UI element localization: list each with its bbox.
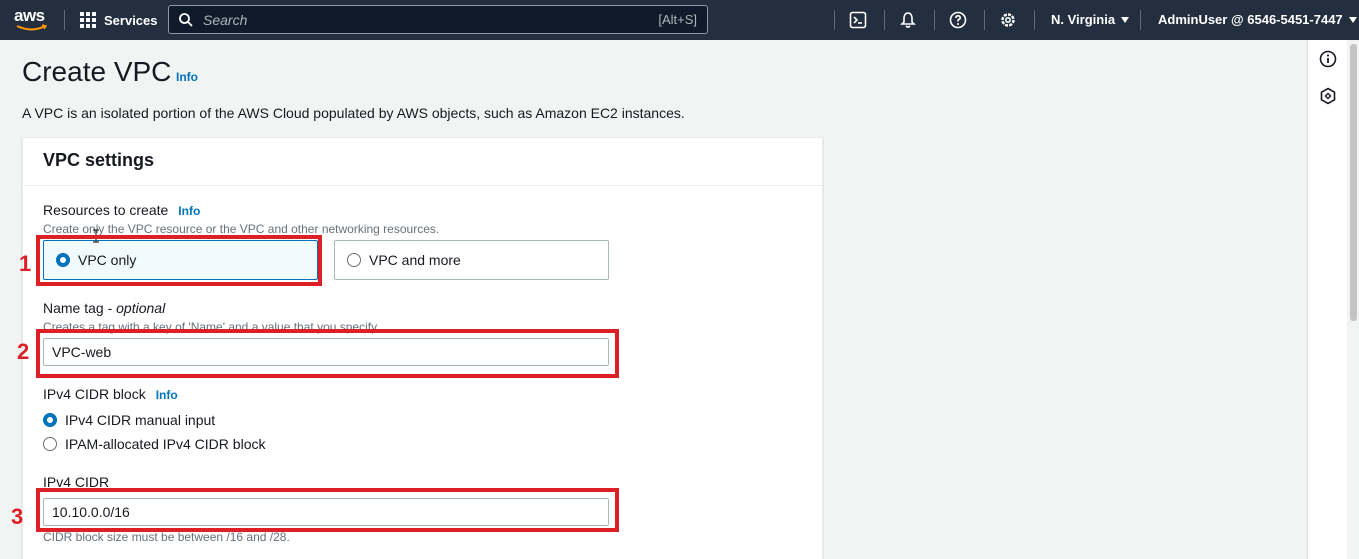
ipv4-cidr-hint: CIDR block size must be between /16 and …: [43, 530, 290, 544]
ipv4-cidr-block-label-text: IPv4 CIDR block: [43, 386, 146, 402]
nav-divider: [1034, 10, 1035, 30]
settings-gear-icon[interactable]: [998, 10, 1018, 30]
account-label: AdminUser @ 6546-5451-7447: [1158, 12, 1343, 27]
feedback-hexagon-icon[interactable]: [1319, 87, 1337, 105]
ipv4-manual-radio[interactable]: [43, 413, 57, 427]
panel-title: VPC settings: [43, 150, 155, 170]
name-tag-optional: optional: [116, 300, 166, 316]
annotation-number-2: 2: [17, 339, 30, 364]
resources-info-link[interactable]: Info: [178, 204, 200, 218]
name-tag-label: Name tag - optional: [43, 300, 165, 316]
page-scrollbar[interactable]: [1348, 40, 1359, 559]
region-selector[interactable]: N. Virginia: [1051, 12, 1130, 27]
ipv4-cidr-block-label: IPv4 CIDR block Info: [43, 386, 178, 402]
notifications-bell-icon[interactable]: [898, 10, 918, 30]
vpc-and-more-radio[interactable]: [347, 253, 361, 267]
resources-label-text: Resources to create: [43, 202, 169, 218]
annotation-box-2: [36, 329, 619, 378]
aws-smile-icon: [16, 24, 48, 31]
resources-hint: Create only the VPC resource or the VPC …: [43, 222, 440, 236]
resources-label: Resources to create Info: [43, 202, 200, 218]
aws-logo-text: aws: [14, 6, 45, 25]
ipv4-manual-label: IPv4 CIDR manual input: [65, 412, 216, 428]
region-label: N. Virginia: [1051, 12, 1116, 27]
nav-divider: [934, 10, 935, 30]
page-description: A VPC is an isolated portion of the AWS …: [22, 105, 685, 121]
help-icon[interactable]: [948, 10, 968, 30]
ipam-allocated-label: IPAM-allocated IPv4 CIDR block: [65, 436, 266, 452]
caret-down-icon: [1121, 16, 1130, 23]
top-nav-bar: aws Services Search [Alt+S] N. Virginia …: [0, 0, 1359, 40]
annotation-box-3: [36, 488, 619, 532]
name-tag-label-text: Name tag -: [43, 300, 117, 316]
nav-divider: [64, 10, 65, 30]
annotation-number-1: 1: [19, 251, 32, 276]
caret-down-icon: [1348, 16, 1357, 23]
search-shortcut: [Alt+S]: [658, 12, 697, 27]
vpc-and-more-label: VPC and more: [369, 252, 461, 268]
ipam-allocated-option[interactable]: IPAM-allocated IPv4 CIDR block: [43, 436, 265, 452]
search-placeholder: Search: [203, 11, 248, 28]
page-title: Create VPC: [22, 56, 172, 87]
search-icon: [179, 12, 193, 27]
nav-divider: [984, 10, 985, 30]
nav-divider: [1140, 10, 1141, 30]
ipam-allocated-radio[interactable]: [43, 437, 57, 451]
grid-icon: [80, 12, 96, 28]
title-info-link[interactable]: Info: [176, 70, 198, 84]
aws-logo[interactable]: aws: [14, 6, 50, 34]
ipv4-manual-input-option[interactable]: IPv4 CIDR manual input: [43, 412, 215, 428]
panel-header: VPC settings: [23, 138, 823, 186]
account-menu[interactable]: AdminUser @ 6546-5451-7447: [1158, 12, 1357, 27]
nav-divider: [884, 10, 885, 30]
right-tools-rail: [1307, 40, 1347, 559]
cloudshell-icon[interactable]: [848, 10, 868, 30]
annotation-box-1: [36, 235, 322, 286]
annotation-number-3: 3: [11, 504, 24, 529]
search-input[interactable]: Search [Alt+S]: [168, 5, 708, 34]
ipv4-cidr-block-info-link[interactable]: Info: [156, 388, 178, 402]
services-menu-button[interactable]: Services: [80, 10, 158, 30]
vpc-and-more-option[interactable]: VPC and more: [334, 240, 609, 280]
nav-divider: [834, 10, 835, 30]
scrollbar-thumb[interactable]: [1350, 44, 1357, 321]
info-icon[interactable]: [1319, 50, 1337, 68]
services-label: Services: [104, 12, 158, 28]
